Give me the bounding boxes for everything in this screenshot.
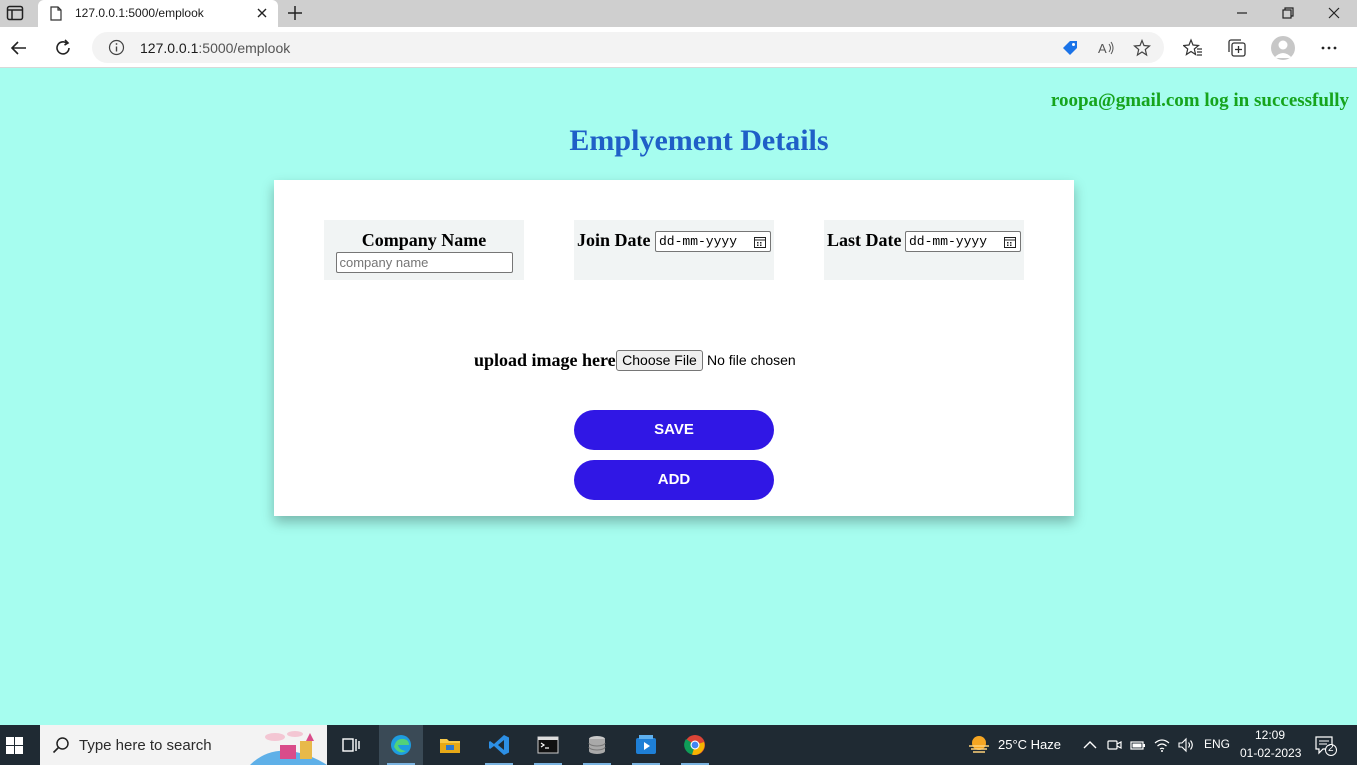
notification-badge: 2 [1328,743,1334,754]
language-indicator[interactable]: ENG [1204,737,1230,751]
clock-date[interactable]: 01-02-2023 [1240,746,1301,760]
search-highlight-art-icon [250,731,327,765]
restore-icon[interactable] [1281,6,1295,20]
taskbar-vscode[interactable] [477,725,521,765]
back-arrow-icon[interactable] [9,38,29,58]
url-path: :5000/emplook [198,40,291,56]
refresh-icon[interactable] [53,38,73,58]
calendar-icon[interactable] [1004,236,1016,248]
close-window-icon[interactable] [1327,6,1341,20]
company-name-field: Company Name [324,220,524,280]
taskbar-chrome[interactable] [673,725,717,765]
windows-taskbar: Type here to search 25°C Haze ENG 12:09 … [0,725,1357,765]
taskbar-database-app[interactable] [575,725,619,765]
join-date-field: Join Date dd-mm-yyyy [574,220,774,280]
address-bar[interactable]: 127.0.0.1:5000/emplook A [92,32,1164,63]
page-title: Emplyement Details [569,124,829,157]
minimize-icon[interactable] [1235,6,1249,20]
page-icon [50,6,62,21]
browser-tab[interactable]: 127.0.0.1:5000/emplook [38,0,278,27]
profile-avatar[interactable] [1271,36,1295,60]
coupon-tag-icon[interactable] [1061,39,1079,57]
file-status-text: No file chosen [707,352,796,368]
battery-icon[interactable] [1130,737,1146,753]
terminal-icon [537,736,559,754]
add-favorite-icon[interactable] [1133,39,1151,57]
join-date-input[interactable]: dd-mm-yyyy [655,231,771,252]
calendar-icon[interactable] [754,236,766,248]
clock-time[interactable]: 12:09 [1255,728,1285,742]
more-options-icon[interactable] [1319,38,1339,58]
last-date-label: Last Date [827,230,902,250]
new-tab-icon[interactable] [287,5,303,21]
choose-file-button[interactable]: Choose File [616,350,703,371]
search-placeholder: Type here to search [79,737,212,754]
login-status-message: roopa@gmail.com log in successfully [1050,90,1349,111]
edge-icon [391,735,411,755]
task-view-button[interactable] [329,725,373,765]
browser-tab-bar: 127.0.0.1:5000/emplook [0,0,1357,27]
database-icon [588,736,606,754]
collections-icon[interactable] [1227,38,1247,58]
svg-text:A: A [1098,41,1107,56]
wifi-icon[interactable] [1154,737,1170,753]
close-tab-icon[interactable] [256,7,268,19]
taskbar-media-app[interactable] [624,725,668,765]
tab-actions-icon[interactable] [6,5,24,21]
chrome-icon [684,735,705,755]
join-date-placeholder: dd-mm-yyyy [659,234,738,249]
folder-icon [440,739,460,753]
favorites-icon[interactable] [1183,38,1203,58]
company-name-input[interactable] [335,252,513,273]
taskbar-search-box[interactable]: Type here to search [40,725,327,765]
add-button[interactable]: ADD [574,460,774,500]
taskbar-terminal[interactable] [526,725,570,765]
join-date-label: Join Date [577,230,651,250]
weather-sun-haze-icon[interactable] [967,734,991,756]
meet-now-icon[interactable] [1106,737,1122,753]
url-host: 127.0.0.1 [140,40,199,56]
upload-image-label: upload image here [474,350,616,370]
taskbar-edge[interactable] [379,725,423,765]
media-player-icon [636,735,656,754]
weather-text[interactable]: 25°C Haze [998,737,1061,752]
task-view-icon [342,738,360,752]
user-icon [1274,40,1292,58]
browser-toolbar: 127.0.0.1:5000/emplook A [0,27,1357,68]
volume-icon[interactable] [1178,737,1194,753]
taskbar-file-explorer[interactable] [428,725,472,765]
page-body: roopa@gmail.com log in successfully Empl… [0,68,1357,725]
save-button[interactable]: SAVE [574,410,774,450]
url-text: 127.0.0.1:5000/emplook [140,40,290,56]
chevron-up-icon[interactable] [1082,737,1098,753]
tab-title: 127.0.0.1:5000/emplook [75,6,204,20]
last-date-input[interactable]: dd-mm-yyyy [905,231,1021,252]
search-icon [52,737,69,754]
last-date-placeholder: dd-mm-yyyy [909,234,988,249]
windows-start-icon[interactable] [6,737,23,754]
company-name-label: Company Name [361,230,487,250]
read-aloud-icon[interactable]: A [1097,39,1115,57]
last-date-field: Last Date dd-mm-yyyy [824,220,1024,280]
site-info-icon[interactable] [108,39,125,56]
employment-form-card: Company Name Join Date dd-mm-yyyy Last D… [274,180,1074,516]
vscode-icon [489,735,509,755]
